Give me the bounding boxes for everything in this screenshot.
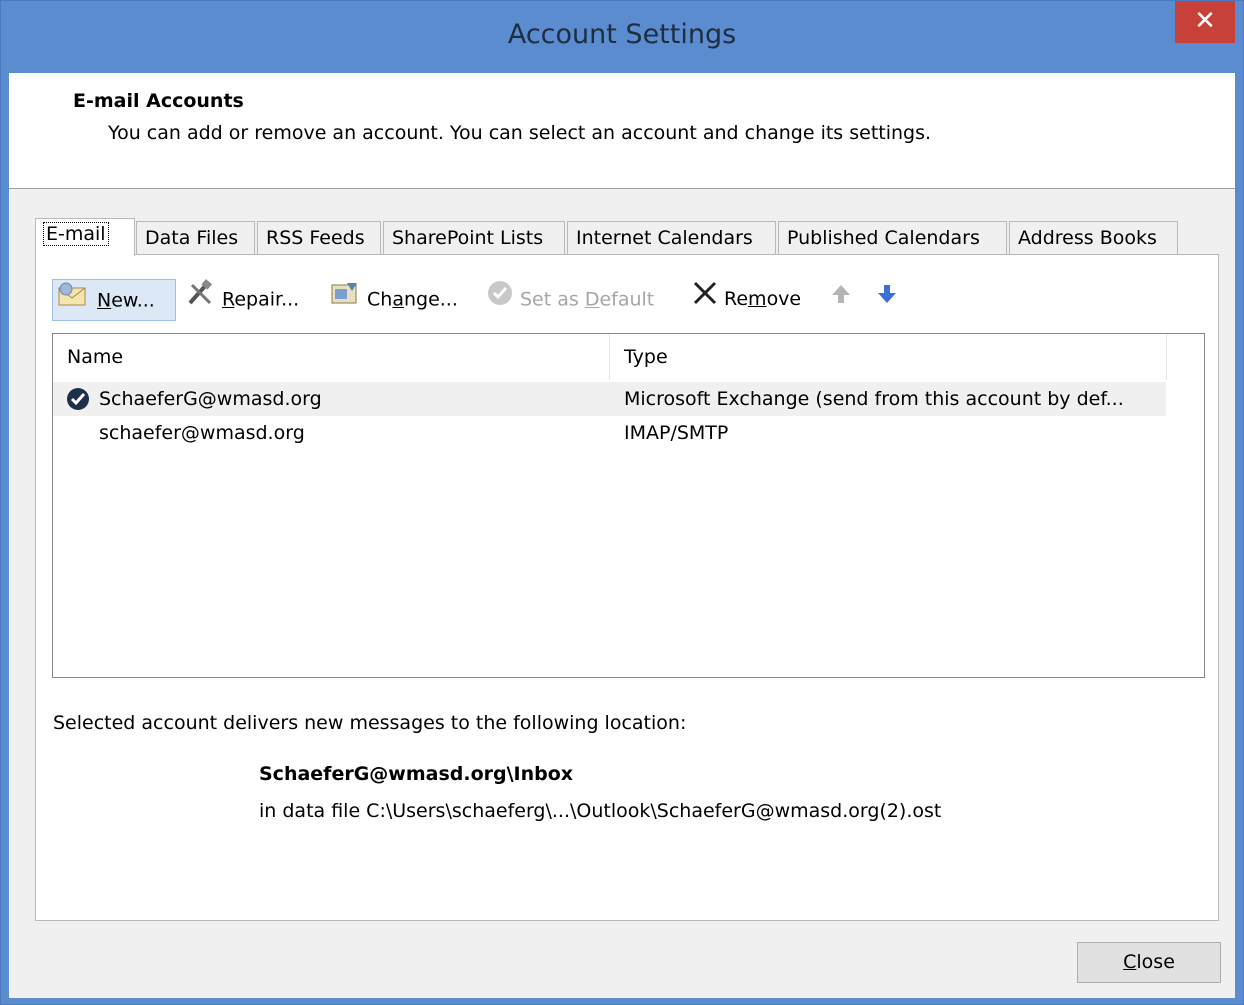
checkmark-circle-icon [486,279,514,321]
tab-sharepoint-lists[interactable]: SharePoint Lists [383,221,565,255]
account-settings-window: Account Settings ✕ E-mail Accounts You c… [0,0,1244,1005]
dialog-client: E-mail Accounts You can add or remove an… [9,73,1235,998]
tab-rss-feeds[interactable]: RSS Feeds [257,221,381,255]
set-as-default-button[interactable]: Set as Default [482,279,654,321]
email-tab-panel: New... Repair... Change... Set as Defaul… [35,254,1219,921]
arrow-up-icon [830,280,852,320]
dialog-header: E-mail Accounts You can add or remove an… [9,73,1235,189]
account-row[interactable]: SchaeferG@wmasd.org Microsoft Exchange (… [53,382,1166,416]
delivery-location-label: Selected account delivers new messages t… [53,712,687,734]
move-down-button[interactable] [872,279,906,321]
account-toolbar: New... Repair... Change... Set as Defaul… [52,279,1202,321]
arrow-down-icon [876,280,898,320]
change-account-icon [329,279,361,321]
account-type: Microsoft Exchange (send from this accou… [624,388,1124,410]
close-window-button[interactable]: ✕ [1175,1,1235,43]
account-name: schaefer@wmasd.org [99,422,305,444]
account-type: IMAP/SMTP [624,422,729,444]
header-title: E-mail Accounts [73,90,244,112]
remove-x-icon [692,280,718,320]
tab-internet-calendars[interactable]: Internet Calendars [567,221,776,255]
title-bar[interactable]: Account Settings ✕ [1,1,1243,73]
repair-tools-icon [186,279,216,321]
account-name: SchaeferG@wmasd.org [99,388,322,410]
tab-email[interactable]: E-mail [35,218,135,256]
window-title: Account Settings [507,19,737,50]
tab-address-books[interactable]: Address Books [1009,221,1178,255]
account-row[interactable]: schaefer@wmasd.org IMAP/SMTP [53,416,1166,450]
column-header-type[interactable]: Type [610,334,1167,380]
accounts-list[interactable]: Name Type SchaeferG@wmasd.org Microsoft … [52,333,1205,678]
change-button[interactable]: Change... [325,279,458,321]
column-header-name[interactable]: Name [53,334,610,380]
tab-published-calendars[interactable]: Published Calendars [778,221,1007,255]
header-description: You can add or remove an account. You ca… [108,122,932,144]
close-button[interactable]: Close [1077,942,1221,983]
tab-data-files[interactable]: Data Files [136,221,255,255]
delivery-data-file: in data file C:\Users\schaeferg\...\Outl… [259,800,942,822]
delivery-folder-path: SchaeferG@wmasd.org\Inbox [259,763,574,785]
new-button[interactable]: New... [52,279,176,321]
move-up-button[interactable] [826,279,860,321]
repair-button[interactable]: Repair... [182,279,299,321]
new-mail-icon [57,280,91,322]
remove-button[interactable]: Remove [688,279,801,321]
